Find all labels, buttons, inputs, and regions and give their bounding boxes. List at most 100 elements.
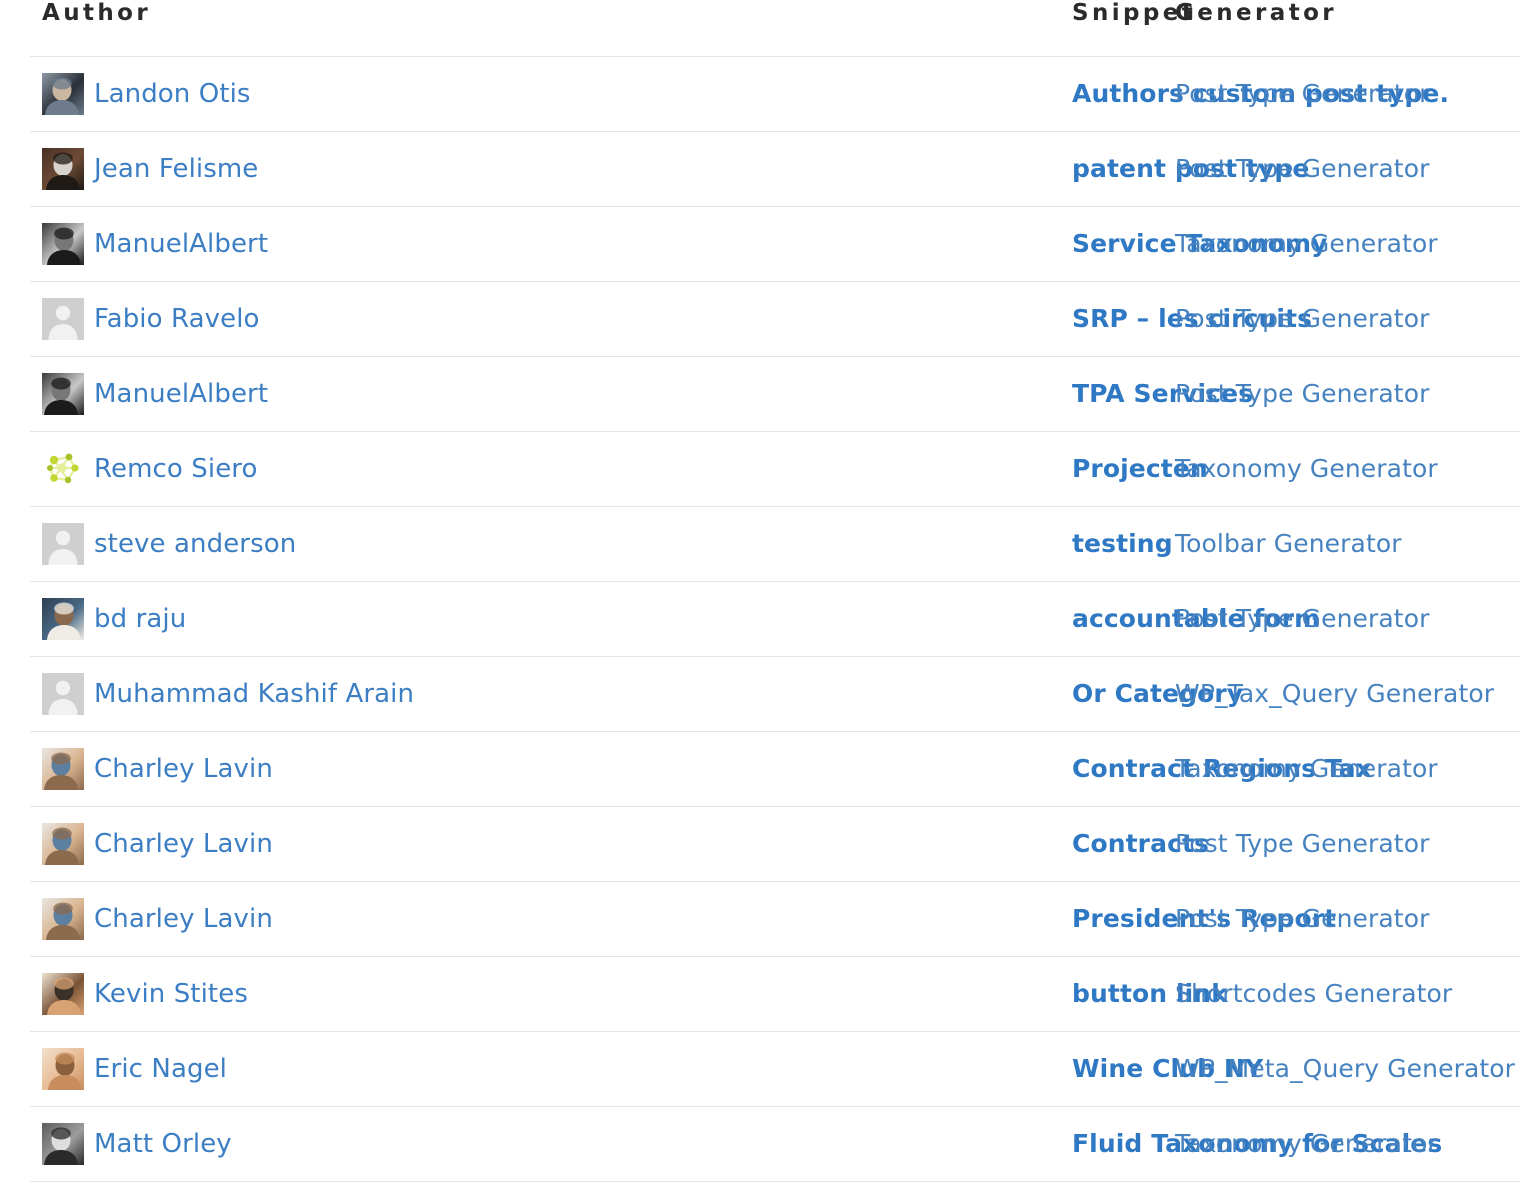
cell-snippet: accountable form — [545, 582, 1175, 657]
cell-snippet: Or Category — [545, 657, 1175, 732]
cell-snippet: SRP – les circuits — [545, 282, 1175, 357]
author-link[interactable]: Charley Lavin — [94, 755, 273, 784]
cell-generator: Shortcodes Generator — [1175, 957, 1520, 1032]
cell-snippet: TPA Services — [545, 357, 1175, 432]
generator-link[interactable]: Post Type Generator — [1175, 904, 1429, 933]
author-cell-inner: Charley Lavin — [42, 882, 545, 956]
cell-snippet: Fluid Taxonomy for Scales — [545, 1107, 1175, 1182]
avatar-jean-felisme — [42, 148, 84, 190]
author-link[interactable]: Landon Otis — [94, 80, 251, 109]
author-link[interactable]: Jean Felisme — [94, 155, 258, 184]
cell-snippet: patent post type — [545, 132, 1175, 207]
column-header-snippet: Snippet — [545, 0, 1175, 57]
cell-generator: Taxonomy Generator — [1175, 207, 1520, 282]
avatar-landon-otis — [42, 73, 84, 115]
cell-snippet: testing — [545, 507, 1175, 582]
table-row: Jean Felisme patent post typePost Type Ge… — [30, 132, 1520, 207]
table-row: Charley Lavin ContractsPost Type Generato… — [30, 807, 1520, 882]
generator-link[interactable]: Post Type Generator — [1175, 379, 1429, 408]
cell-generator: Taxonomy Generator — [1175, 1107, 1520, 1182]
generator-link[interactable]: Post Type Generator — [1175, 829, 1429, 858]
cell-author: bd raju — [30, 582, 545, 657]
author-link[interactable]: Charley Lavin — [94, 830, 273, 859]
cell-generator: Taxonomy Generator — [1175, 732, 1520, 807]
author-cell-inner: Muhammad Kashif Arain — [42, 657, 545, 731]
avatar-manuelalbert — [42, 223, 84, 265]
column-header-author: Author — [30, 0, 545, 57]
author-link[interactable]: Matt Orley — [94, 1130, 232, 1159]
avatar-default-placeholder — [42, 523, 84, 565]
author-link[interactable]: bd raju — [94, 605, 186, 634]
cell-author: Matt Orley — [30, 1107, 545, 1182]
cell-author: Jean Felisme — [30, 132, 545, 207]
table-row: Muhammad Kashif Arain Or CategoryWP_Tax_Q… — [30, 657, 1520, 732]
table-body: Landon OtisAuthors custom post type.Post… — [30, 57, 1520, 1182]
generator-link[interactable]: Post Type Generator — [1175, 304, 1429, 333]
avatar-default-placeholder — [42, 673, 84, 715]
snippet-link[interactable]: testing — [1072, 529, 1173, 558]
cell-snippet: button link — [545, 957, 1175, 1032]
cell-author: Charley Lavin — [30, 807, 545, 882]
table-row: Charley LavinPresident's ReportPost Type… — [30, 882, 1520, 957]
column-header-generator: Generator — [1175, 0, 1520, 57]
cell-author: Fabio Ravelo — [30, 282, 545, 357]
author-cell-inner: steve anderson — [42, 507, 545, 581]
author-link[interactable]: Remco Siero — [94, 455, 258, 484]
cell-author: Charley Lavin — [30, 732, 545, 807]
table-header-row: Author Snippet Generator — [30, 0, 1520, 57]
generator-link[interactable]: Toolbar Generator — [1175, 529, 1402, 558]
table-row: Landon OtisAuthors custom post type.Post… — [30, 57, 1520, 132]
author-link[interactable]: steve anderson — [94, 530, 296, 559]
author-cell-inner: Fabio Ravelo — [42, 282, 545, 356]
table-header: Author Snippet Generator — [30, 0, 1520, 57]
avatar-default-placeholder — [42, 298, 84, 340]
cell-generator: Post Type Generator — [1175, 807, 1520, 882]
cell-author: ManuelAlbert — [30, 207, 545, 282]
cell-author: ManuelAlbert — [30, 357, 545, 432]
generator-link[interactable]: Shortcodes Generator — [1175, 979, 1452, 1008]
cell-generator: Post Type Generator — [1175, 582, 1520, 657]
generator-link[interactable]: WP_Tax_Query Generator — [1175, 679, 1494, 708]
avatar-bd-raju — [42, 598, 84, 640]
author-cell-inner: Charley Lavin — [42, 732, 545, 806]
cell-snippet: Contracts — [545, 807, 1175, 882]
generator-link[interactable]: Taxonomy Generator — [1175, 754, 1438, 783]
cell-generator: Post Type Generator — [1175, 282, 1520, 357]
cell-author: Eric Nagel — [30, 1032, 545, 1107]
generator-link[interactable]: Post Type Generator — [1175, 604, 1429, 633]
author-cell-inner: Charley Lavin — [42, 807, 545, 881]
author-cell-inner: bd raju — [42, 582, 545, 656]
cell-author: Muhammad Kashif Arain — [30, 657, 545, 732]
generator-link[interactable]: Taxonomy Generator — [1175, 229, 1438, 258]
table-row: ManuelAlbertService TaxonomyTaxonomy Gen… — [30, 207, 1520, 282]
cell-generator: Toolbar Generator — [1175, 507, 1520, 582]
generator-link[interactable]: Post Type Generator — [1175, 79, 1429, 108]
table-row: Matt Orley Fluid Taxonomy for ScalesTaxon… — [30, 1107, 1520, 1182]
cell-author: Kevin Stites — [30, 957, 545, 1032]
cell-generator: WP_Meta_Query Generator — [1175, 1032, 1520, 1107]
author-link[interactable]: Muhammad Kashif Arain — [94, 680, 414, 709]
table-row: Charley LavinContract Regions TaxTaxonom… — [30, 732, 1520, 807]
author-cell-inner: Matt Orley — [42, 1107, 545, 1181]
author-cell-inner: Kevin Stites — [42, 957, 545, 1031]
generator-link[interactable]: Taxonomy Generator — [1175, 454, 1438, 483]
author-link[interactable]: ManuelAlbert — [94, 230, 268, 259]
author-link[interactable]: Kevin Stites — [94, 980, 248, 1009]
generator-link[interactable]: WP_Meta_Query Generator — [1175, 1054, 1515, 1083]
cell-snippet: Wine Club NY — [545, 1032, 1175, 1107]
generator-link[interactable]: Post Type Generator — [1175, 154, 1429, 183]
author-link[interactable]: Eric Nagel — [94, 1055, 227, 1084]
table-row: Fabio Ravelo SRP – les circuitsPost Type … — [30, 282, 1520, 357]
table-row: bd raju accountable formPost Type Generat… — [30, 582, 1520, 657]
table-row: steve anderson testingToolbar Generator — [30, 507, 1520, 582]
avatar-charley-lavin — [42, 823, 84, 865]
avatar-remco-siero-network-logo — [42, 448, 84, 490]
author-link[interactable]: Fabio Ravelo — [94, 305, 260, 334]
author-link[interactable]: ManuelAlbert — [94, 380, 268, 409]
cell-snippet: Projecten — [545, 432, 1175, 507]
avatar-charley-lavin — [42, 748, 84, 790]
author-link[interactable]: Charley Lavin — [94, 905, 273, 934]
avatar-matt-orley — [42, 1123, 84, 1165]
table-row: Kevin Stites button linkShortcodes Genera… — [30, 957, 1520, 1032]
generator-link[interactable]: Taxonomy Generator — [1175, 1129, 1438, 1158]
